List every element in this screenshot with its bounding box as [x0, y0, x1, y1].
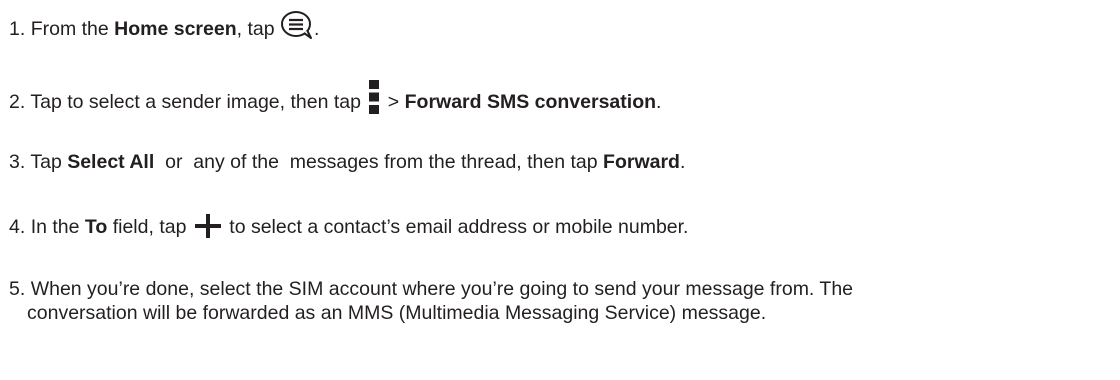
step-2: 2. Tap to select a sender image, then ta…: [9, 80, 662, 120]
step-bold-text: Forward SMS conversation: [404, 91, 657, 114]
step-5-continuation: conversation will be forwarded as an MMS…: [27, 301, 766, 325]
step-bold-text: Forward: [603, 151, 680, 173]
step-text: , tap: [236, 18, 280, 41]
menu-icon: [368, 80, 380, 114]
step-number: 3.: [9, 151, 26, 173]
step-number: 4.: [9, 216, 26, 239]
step-bold-text: Select All: [67, 151, 155, 173]
step-text: or any of the messages from the thread, …: [154, 151, 604, 173]
step-number: 5.: [9, 278, 26, 300]
step-text: field, tap: [107, 216, 192, 239]
messages-icon: [280, 10, 314, 40]
step-text: conversation will be forwarded as an MMS…: [27, 302, 767, 324]
step-number: 1.: [9, 18, 26, 41]
step-text: Tap: [30, 151, 68, 173]
step-number: 2.: [9, 91, 26, 114]
step-5: 5. When you’re done, select the SIM acco…: [9, 277, 853, 301]
step-bold-text: To: [84, 216, 108, 239]
step-text: When you’re done, select the SIM account…: [30, 278, 854, 300]
step-text: .: [679, 151, 686, 173]
step-text: From the: [30, 18, 115, 41]
step-text: >: [382, 91, 405, 114]
step-3: 3. Tap Select All or any of the messages…: [9, 150, 685, 174]
step-bold-text: Home screen: [114, 18, 237, 41]
step-text: .: [656, 91, 662, 114]
step-1: 1. From the Home screen, tap .: [9, 11, 320, 45]
step-text: .: [313, 18, 320, 41]
step-text: Tap to select a sender image, then tap: [30, 91, 367, 114]
step-4: 4. In the To field, tap to select a cont…: [9, 213, 689, 241]
step-text: to select a contact’s email address or m…: [223, 216, 689, 239]
plus-icon: [193, 213, 223, 239]
step-text: In the: [30, 216, 85, 239]
